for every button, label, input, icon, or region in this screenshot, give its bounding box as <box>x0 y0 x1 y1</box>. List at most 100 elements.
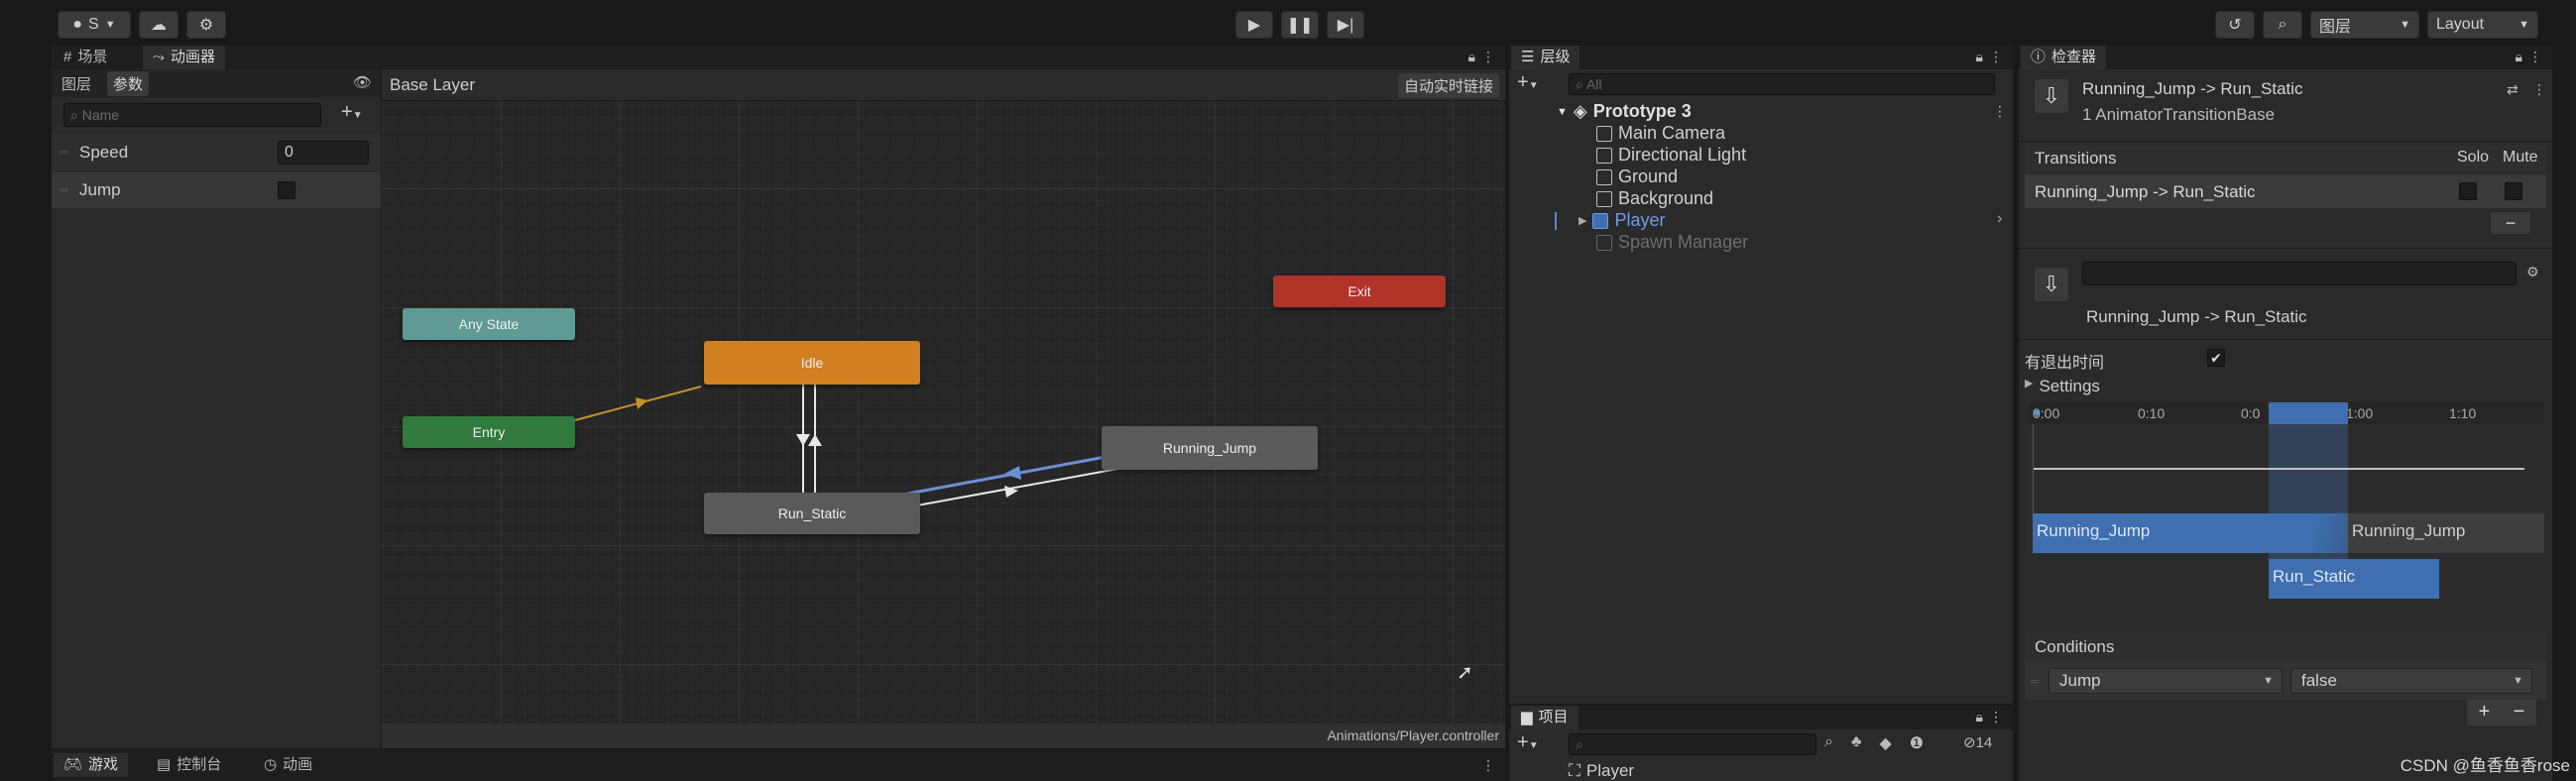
eye-icon[interactable]: 👁︎ <box>353 73 372 91</box>
timeline-source-clip-next[interactable]: Running_Jump <box>2348 513 2544 553</box>
lock-icon[interactable]: 🔒︎ <box>2516 49 2522 65</box>
tab-parameters[interactable]: 参数 <box>107 71 150 96</box>
condition-value-dropdown[interactable]: false ▼ <box>2290 668 2532 694</box>
state-run-static[interactable]: Run_Static <box>704 493 920 534</box>
params-search-placeholder: Name <box>81 107 120 123</box>
settings-foldout[interactable]: ▶ Settings <box>2025 377 2100 396</box>
timeline-tick: 0:0 <box>2241 405 2261 421</box>
more-icon[interactable]: ⋮ <box>2528 49 2542 65</box>
more-icon[interactable]: ⋮ <box>2532 81 2546 98</box>
chevron-right-icon[interactable]: ▶ <box>1579 214 1586 227</box>
scene-root[interactable]: ▼ ◈ Prototype 3 <box>1557 101 1692 122</box>
timeline-source-clip[interactable]: Running_Jump <box>2033 513 2348 553</box>
parameter-trigger-checkbox[interactable] <box>278 181 295 199</box>
more-icon[interactable]: ⋮ <box>1989 709 2003 725</box>
tab-layers[interactable]: 图层 <box>61 73 91 94</box>
pause-button[interactable]: ❚❚ <box>1281 11 1319 39</box>
inspector-panel: ⓘ 检查器 🔒︎ ⋮ ⇩ Running_Jump -> Run_Static … <box>2019 46 2552 781</box>
transition-timeline[interactable]: 0:00 0:10 0:0 1:00 1:10 ▼ Running_Jump R… <box>2029 402 2544 660</box>
playhead-icon[interactable]: ▼ <box>2031 406 2043 420</box>
type-filter-icon[interactable]: ♣ <box>1851 733 1862 753</box>
hierarchy-item[interactable]: Background <box>1596 188 1713 209</box>
hierarchy-search-input[interactable]: ⌕ All <box>1569 73 1995 95</box>
hierarchy-item[interactable]: Spawn Manager <box>1596 232 1748 253</box>
gear-icon[interactable]: ⚙ <box>2526 264 2539 280</box>
scene-more-icon[interactable]: ⋮ <box>1993 103 2007 120</box>
project-item[interactable]: ⛶ Player <box>1569 761 1634 781</box>
hierarchy-item-label: Player <box>1614 210 1666 230</box>
tab-game[interactable]: 🎮︎ 游戏 <box>54 753 129 777</box>
hierarchy-item[interactable]: Ground <box>1596 167 1678 187</box>
project-tabstrip: ▆ 项目 🔒︎ ⋮ <box>1509 706 2013 729</box>
tab-console[interactable]: ▤ 控制台 <box>147 753 231 777</box>
account-icon: ● <box>72 16 83 33</box>
more-icon[interactable]: ⋮ <box>1481 49 1495 65</box>
condition-row[interactable]: ═ Jump ▼ false ▼ <box>2025 662 2546 700</box>
hierarchy-item[interactable]: Main Camera <box>1596 123 1725 144</box>
parameter-float-field[interactable]: 0 <box>278 141 369 165</box>
animator-graph[interactable]: Base Layer 自动实时链接 Any State Entry Exit I… <box>382 69 1505 748</box>
solo-checkbox[interactable] <box>2459 182 2477 200</box>
search-icon: ⌕ <box>70 107 82 123</box>
more-icon[interactable]: ⋮ <box>1481 757 1495 774</box>
step-button[interactable]: ▶| <box>1327 11 1364 39</box>
add-condition-button[interactable]: + <box>2479 700 2491 725</box>
search-button[interactable]: ⌕ <box>2263 11 2302 39</box>
transition-list-item[interactable]: Running_Jump -> Run_Static <box>2025 174 2546 208</box>
parameter-row[interactable]: ═ Speed 0 <box>52 135 381 170</box>
tab-animation[interactable]: ◷ 动画 <box>254 753 322 777</box>
remove-transition-button[interactable]: − <box>2491 212 2530 234</box>
state-idle[interactable]: Idle <box>704 341 920 385</box>
history-button[interactable]: ↺ <box>2215 11 2255 39</box>
timeline-dest-clip[interactable]: Run_Static <box>2269 559 2439 599</box>
lock-icon[interactable]: 🔒︎ <box>1468 49 1475 65</box>
condition-parameter-dropdown[interactable]: Jump ▼ <box>2049 668 2283 694</box>
state-running-jump[interactable]: Running_Jump <box>1102 426 1318 470</box>
divider <box>2019 248 2552 249</box>
label-filter-icon[interactable]: ◆ <box>1879 733 1891 753</box>
search-icon: ⌕ <box>1576 736 1583 752</box>
project-search-input[interactable]: ⌕ <box>1569 733 1816 755</box>
parameter-row[interactable]: ═ Jump <box>52 172 381 208</box>
search-filter-icon[interactable]: ⌕ <box>1824 733 1833 753</box>
tab-scene[interactable]: # 场景 <box>54 46 117 69</box>
drag-handle-icon[interactable]: ═ <box>2031 674 2040 688</box>
create-asset-button[interactable]: +▼ <box>1517 731 1539 754</box>
info-icon[interactable]: ❶ <box>1910 733 1924 753</box>
layout-dropdown[interactable]: Layout ▼ <box>2427 11 2538 39</box>
tab-animator[interactable]: ⤳ 动画器 <box>143 46 226 69</box>
chevron-right-icon[interactable]: › <box>1997 210 2002 228</box>
layers-dropdown[interactable]: 图层 ▼ <box>2310 11 2419 39</box>
hierarchy-item-player[interactable]: ▶ Player <box>1579 210 1666 231</box>
transition-name-input[interactable] <box>2082 262 2517 285</box>
drag-handle-icon[interactable]: ═ <box>59 145 68 159</box>
remove-condition-button[interactable]: − <box>2514 700 2525 725</box>
inspector-title: Running_Jump -> Run_Static <box>2082 79 2303 98</box>
state-any-state[interactable]: Any State <box>403 308 575 340</box>
hidden-count[interactable]: ⊘14 <box>1963 733 1992 751</box>
lock-icon[interactable]: 🔒︎ <box>1976 709 1983 725</box>
state-entry[interactable]: Entry <box>403 416 575 448</box>
has-exit-time-label: 有退出时间 <box>2025 355 2105 372</box>
tab-inspector[interactable]: ⓘ 检查器 <box>2021 46 2107 69</box>
cloud-button[interactable]: ☁ <box>139 11 178 39</box>
transition-duration-handle[interactable] <box>2269 402 2348 424</box>
lock-icon[interactable]: 🔒︎ <box>1976 49 1983 65</box>
state-exit[interactable]: Exit <box>1273 276 1446 307</box>
has-exit-time-checkbox[interactable]: ✔ <box>2207 349 2225 367</box>
collab-button[interactable]: ⚙ <box>186 11 226 39</box>
tab-inspector-label: 检查器 <box>2051 49 2097 65</box>
create-button[interactable]: +▼ <box>1517 71 1539 94</box>
settings-sliders-icon[interactable]: ⇄ <box>2507 81 2518 98</box>
account-label: S <box>88 16 99 33</box>
account-dropdown[interactable]: ● S ▼ <box>58 11 131 39</box>
mute-checkbox[interactable] <box>2505 182 2522 200</box>
play-button[interactable]: ▶ <box>1235 11 1273 39</box>
tab-hierarchy[interactable]: ☰ 层级 <box>1511 46 1581 69</box>
more-icon[interactable]: ⋮ <box>1989 49 2003 65</box>
drag-handle-icon[interactable]: ═ <box>59 182 68 196</box>
add-parameter-button[interactable]: +▼ <box>341 101 363 124</box>
params-search-input[interactable]: ⌕ Name <box>63 103 321 127</box>
tab-project[interactable]: ▆ 项目 <box>1511 706 1579 729</box>
hierarchy-item[interactable]: Directional Light <box>1596 145 1746 166</box>
